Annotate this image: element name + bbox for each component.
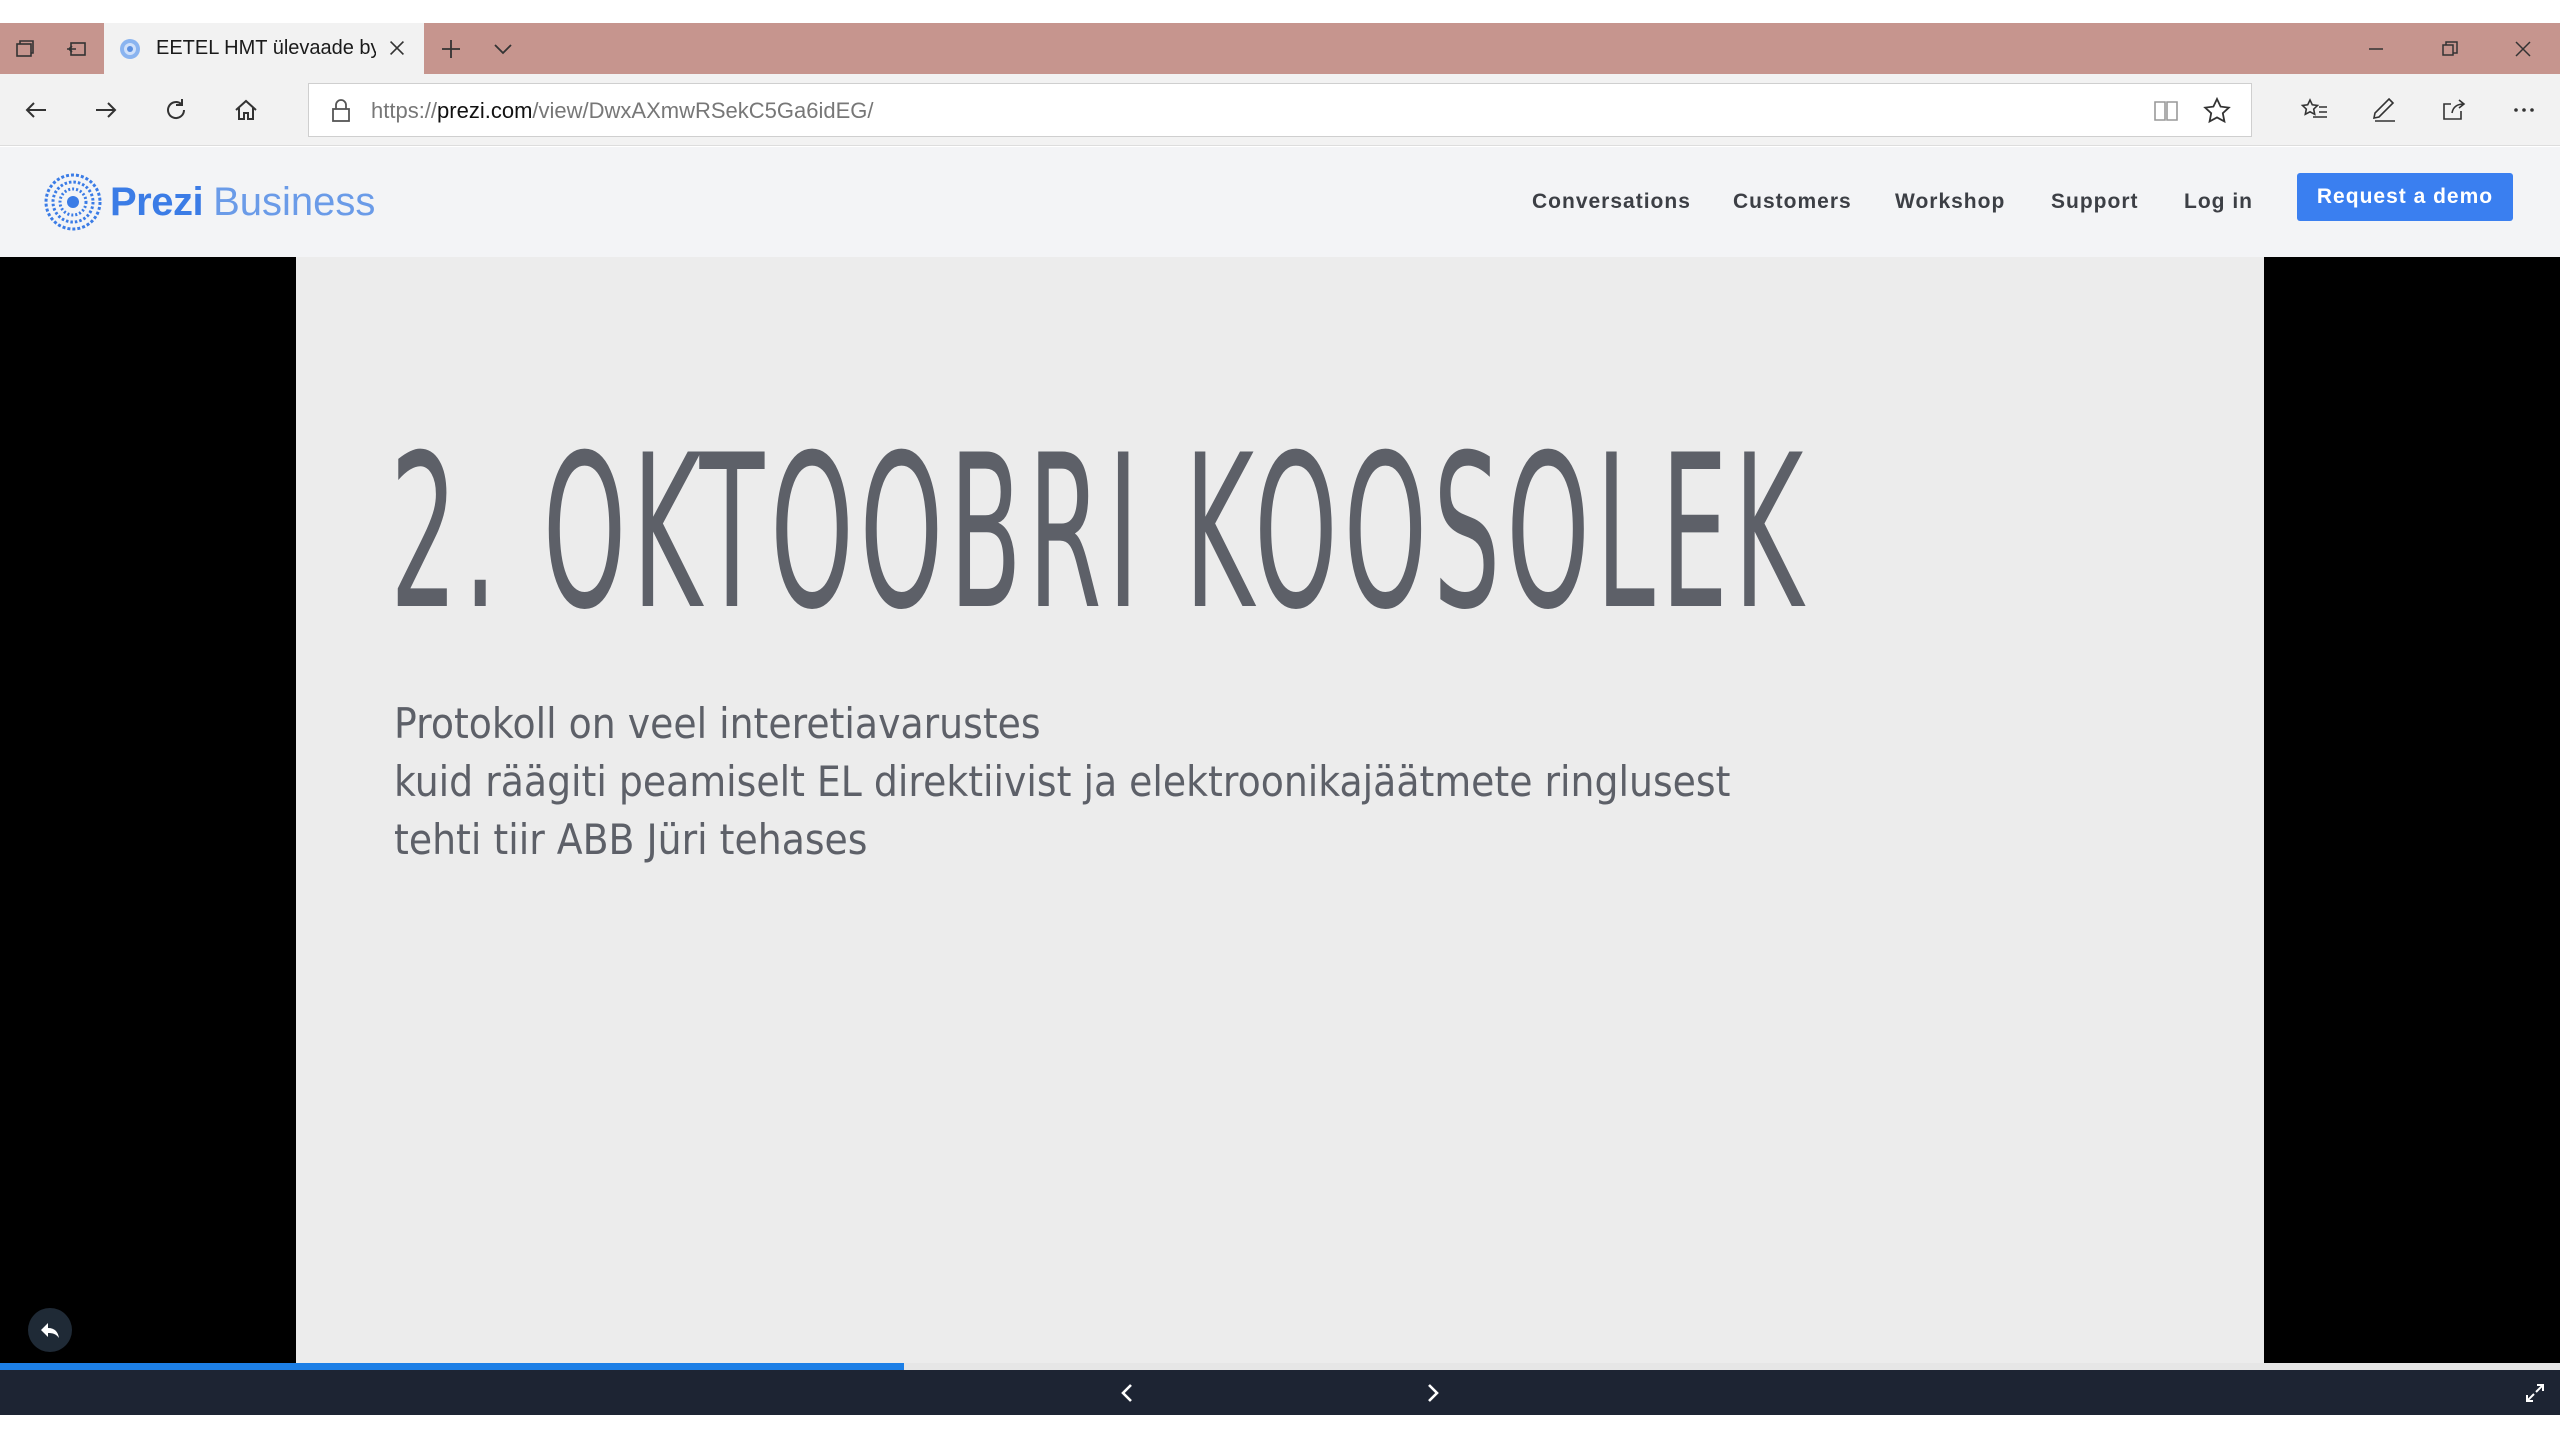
close-window-icon[interactable]: [2488, 23, 2558, 74]
home-icon[interactable]: [224, 88, 268, 132]
fullscreen-icon[interactable]: [2518, 1376, 2552, 1410]
slide-body: Protokoll on veel interetiavarustes kuid…: [394, 695, 1879, 869]
set-tabs-aside-icon[interactable]: [52, 23, 102, 74]
close-tab-icon[interactable]: [384, 35, 410, 61]
page: EETEL HMT ülevaade by https://prezi.com/…: [0, 0, 2560, 1440]
progress-bar[interactable]: [0, 1363, 2560, 1370]
presentation-viewer: 2. OKTOOBRI KOOSOLEK Protokoll on veel i…: [0, 257, 2560, 1363]
url-field[interactable]: https://prezi.com/view/DwxAXmwRSekC5Ga6i…: [308, 83, 2252, 137]
brand-sub: Business: [213, 179, 376, 224]
reading-view-icon[interactable]: [2151, 96, 2181, 126]
forward-arrow-icon[interactable]: [84, 88, 128, 132]
bottom-strip: [0, 1415, 2560, 1440]
slide-line: Protokoll on veel interetiavarustes: [394, 699, 1041, 748]
viewer-controls: [0, 1370, 2560, 1415]
nav-conversations[interactable]: Conversations: [1532, 147, 1691, 257]
slide-title: 2. OKTOOBRI KOOSOLEK: [390, 409, 1810, 656]
back-arrow-icon[interactable]: [14, 88, 58, 132]
request-demo-button[interactable]: Request a demo: [2297, 173, 2513, 221]
tab-actions-icon[interactable]: [0, 23, 50, 74]
slide-line: tehti tiir ABB Jüri tehases: [394, 815, 868, 864]
browser-tab-bar: EETEL HMT ülevaade by: [0, 23, 2560, 74]
next-step-icon[interactable]: [1415, 1376, 1449, 1410]
nav-customers[interactable]: Customers: [1733, 147, 1852, 257]
favorite-star-icon[interactable]: [2201, 95, 2233, 127]
top-strip: [0, 0, 2560, 23]
prezi-logo-icon: [44, 173, 102, 231]
progress-fill: [0, 1363, 904, 1370]
web-note-pen-icon[interactable]: [2362, 88, 2406, 132]
restore-icon[interactable]: [2415, 23, 2485, 74]
favorites-hub-icon[interactable]: [2292, 88, 2336, 132]
site-header: Prezi Business Conversations Customers W…: [0, 147, 2560, 257]
tab-title: EETEL HMT ülevaade by: [156, 37, 376, 59]
new-tab-icon[interactable]: [426, 23, 476, 74]
lock-icon: [332, 99, 350, 122]
nav-log-in[interactable]: Log in: [2184, 147, 2253, 257]
active-tab[interactable]: EETEL HMT ülevaade by: [104, 23, 424, 74]
previous-step-icon[interactable]: [1111, 1376, 1145, 1410]
nav-support[interactable]: Support: [2051, 147, 2138, 257]
exit-presentation-button[interactable]: [28, 1308, 72, 1352]
reply-arrow-icon: [41, 1323, 59, 1338]
refresh-icon[interactable]: [154, 88, 198, 132]
minimize-icon[interactable]: [2341, 23, 2411, 74]
slide[interactable]: 2. OKTOOBRI KOOSOLEK Protokoll on veel i…: [296, 257, 2264, 1363]
nav-workshop[interactable]: Workshop: [1895, 147, 2005, 257]
url-text: https://prezi.com/view/DwxAXmwRSekC5Ga6i…: [371, 98, 874, 123]
prezi-favicon-icon: [120, 38, 140, 59]
more-options-icon[interactable]: [2502, 88, 2546, 132]
share-icon[interactable]: [2432, 88, 2476, 132]
slide-line: kuid räägiti peamiselt EL direktiivist j…: [394, 757, 1731, 806]
tab-preview-chevron-icon[interactable]: [478, 23, 528, 74]
brand-name: Prezi: [110, 179, 204, 224]
address-toolbar: https://prezi.com/view/DwxAXmwRSekC5Ga6i…: [0, 74, 2560, 146]
prezi-business-logo[interactable]: Prezi Business: [44, 173, 375, 231]
